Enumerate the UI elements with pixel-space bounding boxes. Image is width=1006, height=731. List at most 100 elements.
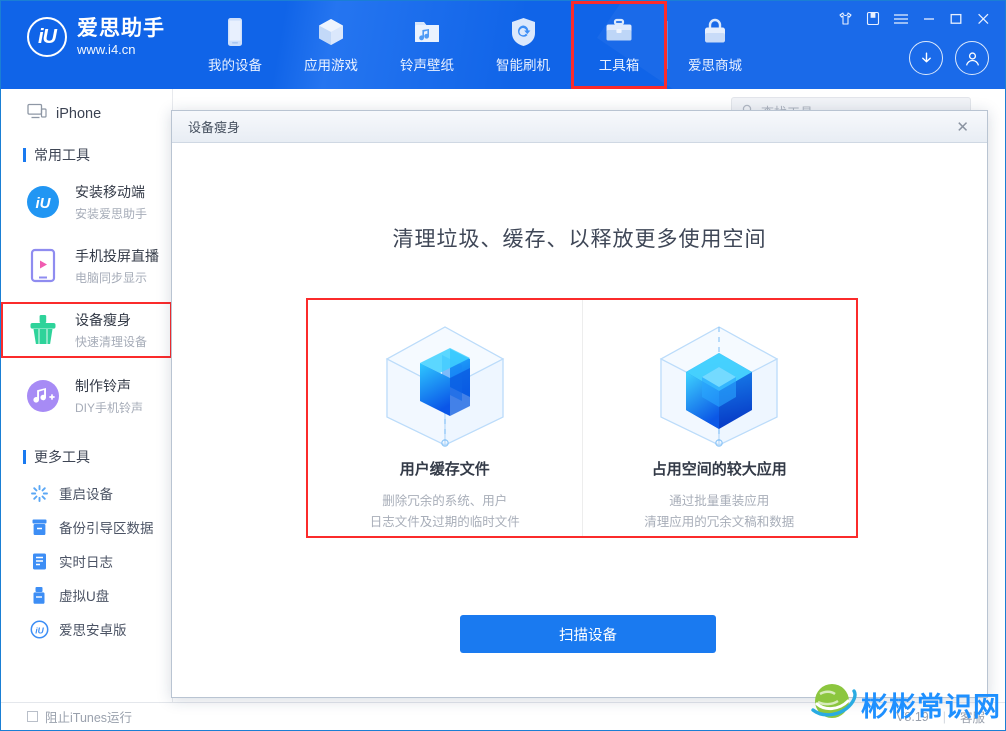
sidebar-more-label: 实时日志 [59, 555, 113, 570]
close-icon[interactable] [976, 12, 991, 26]
card-large-apps[interactable]: 占用空间的较大应用 通过批量重装应用 清理应用的冗余文稿和数据 [581, 300, 857, 536]
card-title: 用户缓存文件 [399, 461, 490, 478]
maximize-icon[interactable] [949, 12, 963, 26]
sidebar-tool-name: 设备瘦身 [75, 312, 131, 328]
nav-label: 铃声壁纸 [400, 57, 454, 73]
log-icon [29, 551, 49, 571]
dialog-title: 设备瘦身 [188, 120, 241, 135]
sidebar-more-virtual-usb[interactable]: 虚拟U盘 [1, 578, 172, 612]
sidebar-more-label: 爱思安卓版 [59, 623, 127, 638]
dialog-heading: 清理垃圾、缓存、以释放更多使用空间 [392, 228, 767, 251]
svg-text:iU: iU [36, 195, 52, 212]
option-cards-highlighted: 用户缓存文件 删除冗余的系统、用户 日志文件及过期的临时文件 占用空间的较大应用… [306, 298, 858, 538]
card-desc: 通过批量重装应用 清理应用的冗余文稿和数据 [644, 491, 794, 532]
nav-item-ringtone-wallpaper[interactable]: 铃声壁纸 [379, 1, 475, 89]
user-icon[interactable] [955, 41, 989, 75]
sidebar-more-restart[interactable]: 重启设备 [1, 476, 172, 510]
sidebar-more-i4-android[interactable]: iU 爱思安卓版 [1, 612, 172, 646]
sidebar-more-realtime-log[interactable]: 实时日志 [1, 544, 172, 578]
device-slimming-dialog: 设备瘦身 ✕ 清理垃圾、缓存、以释放更多使用空间 用户缓存文件 删除冗余的系统、… [171, 110, 988, 698]
sidebar: iPhone 常用工具 iU 安装移动端 安装爱思助手 手机投屏直播 电脑同步显… [1, 89, 173, 702]
sidebar-device-item[interactable]: iPhone [1, 89, 172, 136]
backup-icon [29, 517, 49, 537]
broom-icon [23, 310, 63, 350]
section-label: 常用工具 [34, 147, 90, 163]
sidebar-section-common: 常用工具 [1, 136, 172, 174]
i4-logo-icon: iU [23, 182, 63, 222]
brand: iU 爱思助手 www.i4.cn [27, 17, 165, 58]
window-controls [838, 11, 991, 26]
sidebar-more-label: 重启设备 [59, 487, 113, 502]
nav-label: 我的设备 [208, 57, 262, 73]
svg-text:iU: iU [35, 625, 44, 635]
support-link[interactable]: 客服 [960, 707, 985, 726]
dialog-close-icon[interactable]: ✕ [950, 116, 975, 138]
status-separator: | [942, 709, 946, 724]
cube-icon [316, 17, 346, 47]
brand-url: www.i4.cn [77, 42, 136, 58]
sidebar-tool-name: 制作铃声 [75, 378, 131, 394]
sidebar-more-label: 备份引导区数据 [59, 521, 154, 536]
sidebar-tool-name: 手机投屏直播 [75, 248, 159, 264]
i4-android-icon: iU [29, 619, 49, 639]
nav-label: 爱思商城 [688, 57, 742, 73]
card-desc-line1: 删除冗余的系统、用户 [382, 494, 508, 508]
nav-item-store[interactable]: 爱思商城 [667, 1, 763, 89]
monitor-icon [27, 103, 47, 124]
sidebar-tool-make-ringtone[interactable]: 制作铃声 DIY手机铃声 [1, 368, 172, 424]
sidebar-tool-name: 安装移动端 [75, 184, 145, 200]
card-desc-line1: 通过批量重装应用 [669, 494, 770, 508]
card-desc: 删除冗余的系统、用户 日志文件及过期的临时文件 [370, 491, 520, 532]
screen-cast-icon [23, 246, 63, 286]
status-bar: 阻止iTunes运行 V8.19 | 客服 [1, 702, 1005, 730]
nav-label: 智能刷机 [496, 57, 550, 73]
account-controls [909, 41, 989, 75]
shopping-bag-icon [702, 17, 728, 47]
card-title: 占用空间的较大应用 [651, 461, 787, 478]
brand-name: 爱思助手 [77, 17, 165, 40]
main-nav: 我的设备 应用游戏 铃声壁纸 智能刷机 工具箱 爱思商城 [187, 1, 763, 89]
sidebar-device-label: iPhone [56, 105, 102, 122]
sidebar-tool-desc: 电脑同步显示 [75, 271, 148, 285]
brand-text: 爱思助手 www.i4.cn [77, 17, 165, 57]
scan-device-button[interactable]: 扫描设备 [460, 615, 716, 653]
app-logo-text: iU [38, 25, 57, 48]
shirt-icon[interactable] [838, 11, 853, 26]
card-desc-line2: 清理应用的冗余文稿和数据 [644, 514, 795, 529]
block-itunes-label: 阻止iTunes运行 [45, 711, 133, 725]
checkbox-box[interactable] [27, 711, 38, 722]
nav-item-my-device[interactable]: 我的设备 [187, 1, 283, 89]
sidebar-tool-screen-cast[interactable]: 手机投屏直播 电脑同步显示 [1, 238, 172, 294]
sidebar-tool-text: 制作铃声 DIY手机铃声 [75, 376, 143, 416]
toolbox-icon [604, 17, 634, 47]
usb-icon [29, 585, 49, 605]
dialog-body: 清理垃圾、缓存、以释放更多使用空间 用户缓存文件 删除冗余的系统、用户 日志文件… [172, 143, 987, 698]
sidebar-tool-install-mobile[interactable]: iU 安装移动端 安装爱思助手 [1, 174, 172, 230]
card-user-cache-files[interactable]: 用户缓存文件 删除冗余的系统、用户 日志文件及过期的临时文件 [308, 300, 582, 536]
nav-item-toolbox[interactable]: 工具箱 [571, 1, 668, 89]
section-label: 更多工具 [34, 449, 90, 465]
sidebar-tool-desc: DIY手机铃声 [75, 401, 144, 415]
nav-item-smart-flash[interactable]: 智能刷机 [475, 1, 571, 89]
music-folder-icon [413, 17, 441, 47]
block-itunes-checkbox[interactable]: 阻止iTunes运行 [1, 707, 132, 726]
sidebar-more-backup[interactable]: 备份引导区数据 [1, 510, 172, 544]
sidebar-tool-device-slimming[interactable]: 设备瘦身 快速清理设备 [1, 302, 172, 358]
section-accent-bar [23, 450, 26, 464]
version-label: V8.19 [896, 709, 929, 724]
app-logo-icon: iU [27, 17, 67, 58]
nav-label: 应用游戏 [304, 57, 358, 73]
minimize-icon[interactable] [922, 12, 936, 26]
download-icon[interactable] [909, 41, 943, 75]
nav-divider [667, 21, 668, 69]
sidebar-tool-desc: 快速清理设备 [75, 335, 148, 349]
section-accent-bar [23, 148, 26, 162]
cube-files-icon [370, 316, 520, 456]
app-header: iU 爱思助手 www.i4.cn 我的设备 应用游戏 铃声壁纸 智能刷机 工具… [1, 1, 1005, 89]
sidebar-tool-text: 手机投屏直播 电脑同步显示 [75, 246, 159, 286]
cube-core-icon [644, 316, 794, 456]
save-icon[interactable] [866, 11, 880, 26]
menu-icon[interactable] [893, 12, 909, 26]
nav-item-apps-games[interactable]: 应用游戏 [283, 1, 379, 89]
ringtone-icon [23, 376, 63, 416]
